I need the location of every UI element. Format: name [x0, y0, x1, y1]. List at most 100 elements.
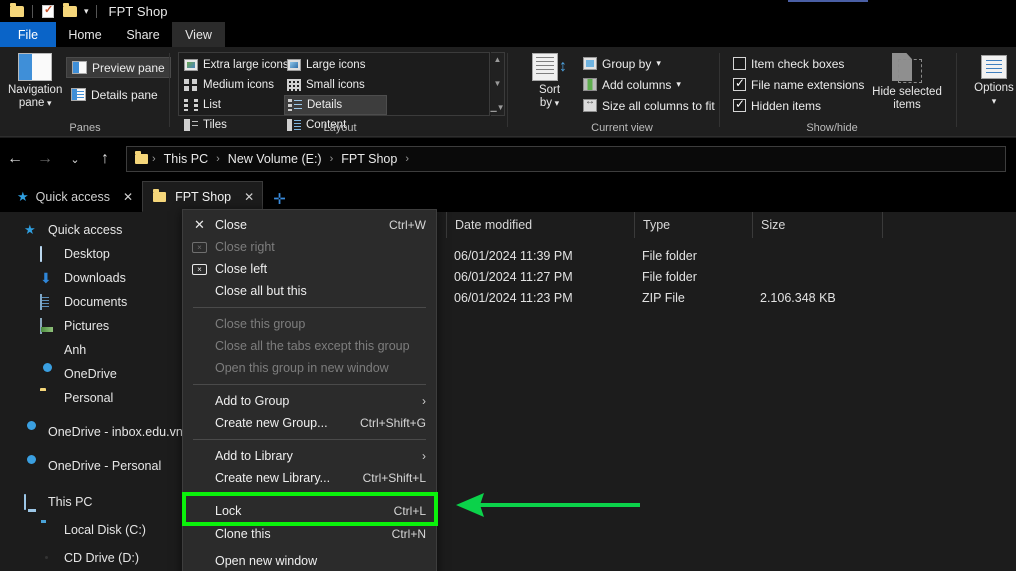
details-icon: [288, 99, 302, 111]
sidebar-item-pictures[interactable]: Pictures: [0, 314, 190, 338]
chevron-up-icon[interactable]: ▲: [494, 56, 502, 64]
sidebar-item-downloads[interactable]: ⬇ Downloads: [0, 266, 190, 290]
menu-item-add-to-library[interactable]: Add to Library ›: [183, 445, 436, 467]
menu-item-open-new-window[interactable]: Open new window: [183, 550, 436, 571]
layout-medium-icons[interactable]: Medium icons: [181, 75, 284, 95]
documents-icon: [40, 294, 42, 310]
forward-button[interactable]: →: [30, 150, 60, 168]
menu-accelerator: Ctrl+W: [389, 218, 426, 232]
new-folder-icon[interactable]: [59, 1, 81, 21]
menu-item-open-group-new-window[interactable]: Open this group in new window: [183, 357, 436, 379]
sort-by-icon: [532, 53, 558, 81]
file-tab-quick-access[interactable]: ★ Quick access ✕: [6, 181, 142, 212]
options-label: Options: [974, 82, 1014, 94]
menu-item-close-this-group[interactable]: Close this group: [183, 313, 436, 335]
menu-item-close-all-but-this[interactable]: Close all but this: [183, 280, 436, 302]
sidebar-item-quick-access[interactable]: ★ Quick access: [0, 218, 190, 242]
layout-extra-large-icons[interactable]: Extra large icons: [181, 55, 289, 75]
menu-separator: [193, 494, 426, 495]
sidebar-item-onedrive[interactable]: OneDrive: [0, 362, 190, 386]
gallery-expand-icon[interactable]: ▁▼: [490, 104, 504, 112]
add-columns-button[interactable]: Add columns ▾: [578, 74, 720, 95]
column-header-date-modified[interactable]: Date modified: [446, 212, 634, 238]
sidebar-item-documents[interactable]: Documents: [0, 290, 190, 314]
tab-file[interactable]: File: [0, 22, 56, 47]
options-button[interactable]: Options ▾: [966, 55, 1016, 108]
close-left-icon: ×: [191, 261, 208, 277]
star-icon: ★: [17, 188, 29, 204]
medium-icons-icon: [184, 79, 198, 91]
menu-item-close[interactable]: ✕ Close Ctrl+W: [183, 214, 436, 236]
tab-view[interactable]: View: [172, 22, 225, 47]
column-header-extra[interactable]: [882, 212, 942, 238]
sidebar-item-label: Anh: [64, 343, 87, 357]
item-check-boxes-checkbox[interactable]: Item check boxes: [728, 53, 869, 74]
tab-share[interactable]: Share: [114, 22, 172, 47]
preview-pane-label: Preview pane: [92, 60, 165, 75]
menu-item-close-left[interactable]: × Close left: [183, 258, 436, 280]
sidebar-item-label: Pictures: [64, 319, 110, 333]
sort-by-button[interactable]: ↕ Sort by ▾: [532, 53, 567, 110]
column-header-size[interactable]: Size: [752, 212, 882, 238]
folder-icon[interactable]: [6, 1, 28, 21]
sidebar-item-local-disk-c[interactable]: Local Disk (C:): [0, 518, 190, 542]
folder-icon: [153, 188, 167, 202]
recent-locations-button[interactable]: ⌄: [60, 153, 90, 166]
ribbon-group-show-hide: Item check boxes File name extensions Hi…: [720, 47, 1016, 137]
sidebar-item-onedrive-personal[interactable]: OneDrive - Personal: [0, 454, 190, 478]
hide-selected-items-button[interactable]: Hide selected items: [862, 53, 952, 112]
close-icon[interactable]: ✕: [123, 190, 133, 204]
navigation-pane-button[interactable]: Navigation pane ▾: [8, 53, 62, 110]
properties-icon[interactable]: [37, 1, 59, 21]
tab-context-menu: ✕ Close Ctrl+W × Close right × Close lef…: [182, 209, 437, 571]
checkbox-icon: [733, 57, 746, 70]
breadcrumb-separator: ›: [152, 153, 156, 165]
size-all-columns-button[interactable]: Size all columns to fit: [578, 95, 720, 116]
menu-item-clone-this[interactable]: Clone this Ctrl+N: [183, 522, 436, 546]
preview-pane-button[interactable]: Preview pane: [66, 57, 171, 78]
sidebar-item-cd-drive-d[interactable]: CD Drive (D:): [0, 546, 190, 570]
details-pane-icon: [71, 88, 86, 101]
menu-item-close-right[interactable]: × Close right: [183, 236, 436, 258]
menu-accelerator: Ctrl+Shift+L: [362, 471, 426, 485]
ribbon-group-layout: Extra large icons Large icons Medium ico…: [170, 47, 520, 137]
gallery-scroll-controls[interactable]: ▲ ▼ ▁▼: [490, 52, 505, 116]
details-pane-button[interactable]: Details pane: [66, 84, 171, 105]
sidebar-item-personal[interactable]: Personal: [0, 386, 190, 410]
sidebar-item-label: CD Drive (D:): [64, 551, 139, 565]
breadcrumb-this-pc[interactable]: This PC: [158, 152, 214, 166]
menu-item-add-to-group[interactable]: Add to Group ›: [183, 390, 436, 412]
menu-item-lock[interactable]: Lock Ctrl+L: [183, 500, 436, 522]
close-icon[interactable]: ✕: [244, 190, 254, 204]
layout-gallery: Extra large icons Large icons Medium ico…: [178, 52, 490, 131]
up-button[interactable]: ↑: [90, 150, 120, 168]
layout-small-icons[interactable]: Small icons: [284, 75, 387, 95]
hidden-items-checkbox[interactable]: Hidden items: [728, 95, 869, 116]
layout-large-icons[interactable]: Large icons: [284, 55, 387, 75]
file-tab-fpt-shop[interactable]: FPT Shop ✕: [142, 181, 264, 212]
chevron-down-icon: ▾: [676, 79, 681, 89]
back-button[interactable]: ←: [0, 150, 30, 168]
sidebar-item-anh[interactable]: Anh: [0, 338, 190, 362]
breadcrumb[interactable]: › This PC › New Volume (E:) › FPT Shop ›: [126, 146, 1006, 172]
file-name-extensions-checkbox[interactable]: File name extensions: [728, 74, 869, 95]
sidebar-item-onedrive-inbox[interactable]: OneDrive - inbox.edu.vn: [0, 420, 190, 444]
column-header-type[interactable]: Type: [634, 212, 752, 238]
ribbon-panel: Navigation pane ▾ Preview pane Details p…: [0, 47, 1016, 137]
breadcrumb-new-volume[interactable]: New Volume (E:): [222, 152, 328, 166]
menu-item-create-new-library[interactable]: Create new Library... Ctrl+Shift+L: [183, 467, 436, 489]
hide-selected-items-icon: [892, 53, 922, 83]
sidebar-item-label: Quick access: [48, 223, 123, 237]
layout-list[interactable]: List: [181, 95, 284, 115]
tab-home[interactable]: Home: [56, 22, 114, 47]
chevron-down-icon[interactable]: ▼: [494, 80, 502, 88]
group-by-button[interactable]: Group by ▾: [578, 53, 720, 74]
sidebar-item-this-pc[interactable]: This PC: [0, 490, 190, 514]
layout-details[interactable]: Details: [284, 95, 387, 115]
sidebar-item-desktop[interactable]: Desktop: [0, 242, 190, 266]
sidebar-item-label: This PC: [48, 495, 93, 509]
customize-caret-icon[interactable]: ▾: [81, 6, 92, 16]
menu-item-close-all-tabs-except-group[interactable]: Close all the tabs except this group: [183, 335, 436, 357]
menu-item-create-new-group[interactable]: Create new Group... Ctrl+Shift+G: [183, 412, 436, 434]
breadcrumb-fpt-shop[interactable]: FPT Shop: [335, 152, 403, 166]
